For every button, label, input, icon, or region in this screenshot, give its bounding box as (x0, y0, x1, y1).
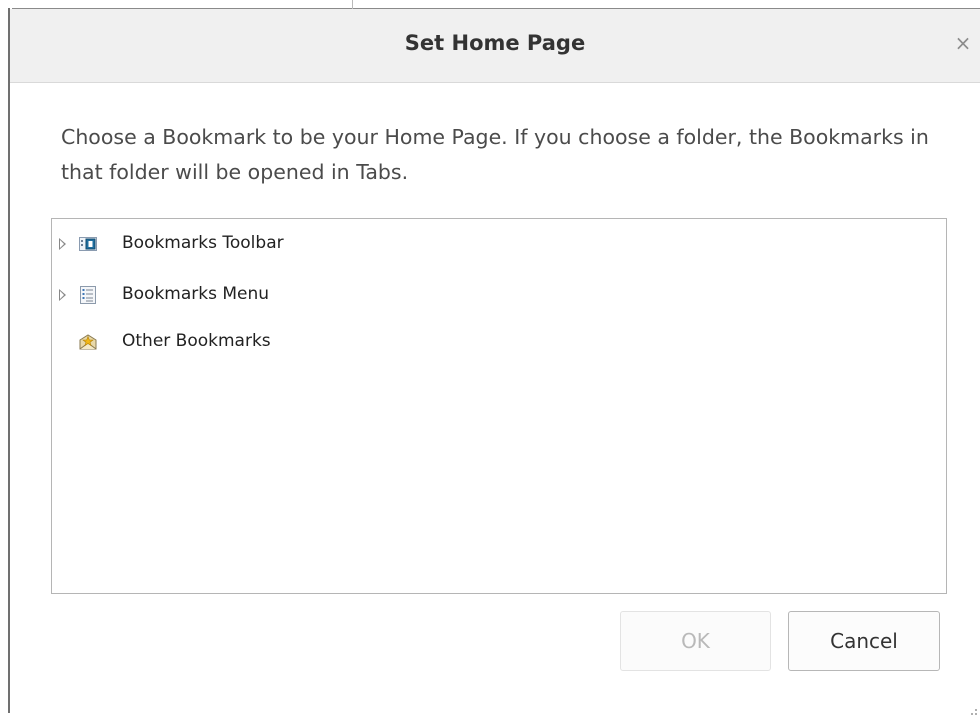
tree-item-label: Other Bookmarks (122, 331, 271, 351)
dialog-description: Choose a Bookmark to be your Home Page. … (61, 125, 929, 184)
expand-arrow-icon[interactable] (59, 238, 66, 250)
other-bookmarks-icon (78, 332, 98, 352)
tree-item-other-bookmarks[interactable]: Other Bookmarks (52, 327, 946, 357)
dialog-title: Set Home Page (404, 31, 586, 55)
tree-item-label: Bookmarks Menu (122, 284, 270, 304)
dialog-titlebar: Set Home Page × (10, 9, 980, 83)
cancel-button[interactable]: Cancel (788, 611, 940, 671)
close-icon[interactable]: × (952, 31, 974, 55)
expand-arrow-icon[interactable] (59, 289, 66, 301)
resize-grip-icon[interactable] (968, 701, 978, 715)
tree-item-bookmarks-menu[interactable]: Bookmarks Menu (52, 280, 946, 310)
tree-item-label: Bookmarks Toolbar (122, 233, 284, 253)
bookmarks-menu-icon (78, 285, 98, 305)
tree-item-bookmarks-toolbar[interactable]: Bookmarks Toolbar (52, 229, 946, 259)
ok-button[interactable]: OK (620, 611, 771, 671)
set-home-page-dialog: Set Home Page × Choose a Bookmark to be … (0, 0, 980, 715)
bookmarks-toolbar-icon (78, 234, 98, 254)
bookmarks-tree[interactable]: Bookmarks Toolbar Bookmarks Menu Other B… (51, 218, 947, 594)
top-edge-divider (352, 0, 353, 9)
window-left-edge (8, 8, 10, 713)
